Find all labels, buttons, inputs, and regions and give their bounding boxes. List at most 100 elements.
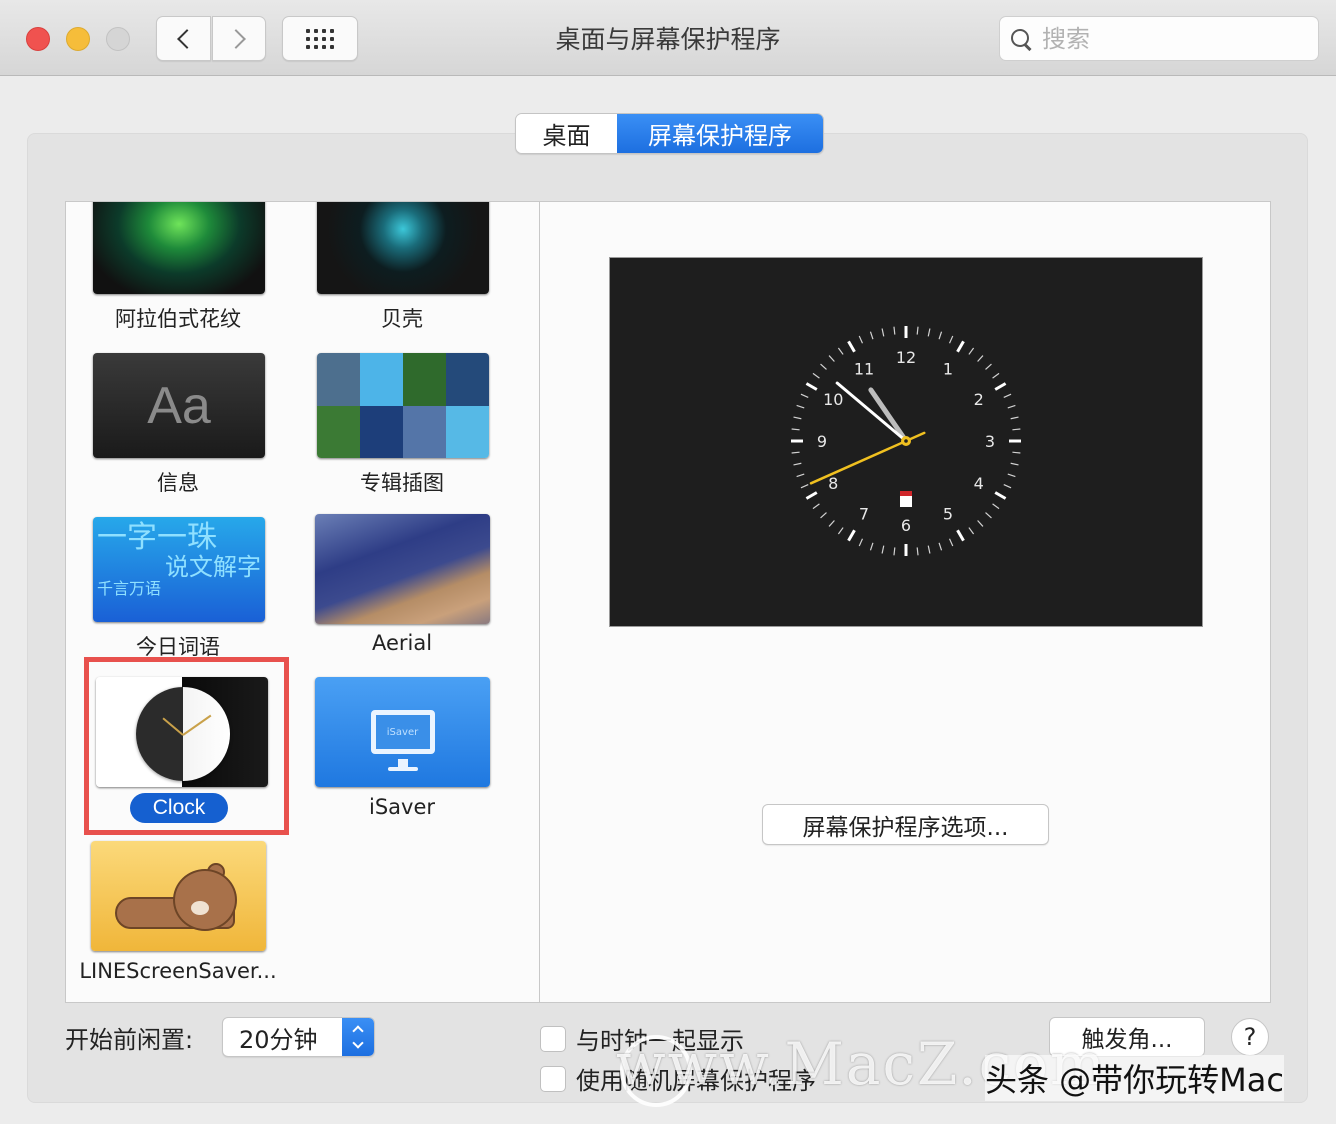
clock-tick (938, 542, 943, 551)
clock-tick (1003, 393, 1012, 399)
clock-tick (1012, 428, 1021, 431)
clock-tick (977, 520, 984, 527)
thumb-text: 说文解字 (165, 553, 261, 581)
clock-tick (791, 428, 800, 431)
tab-screen-saver[interactable]: 屏幕保护程序 (617, 114, 823, 153)
tab-desktop[interactable]: 桌面 (516, 114, 617, 153)
screensaver-thumb-album-artwork[interactable] (317, 353, 489, 458)
screensaver-list[interactable]: 阿拉伯式花纹 贝壳 Aa 信息 专辑插图 一字一珠 说文解字 千言万语 今日词语… (65, 201, 540, 1003)
idle-time-label: 开始前闲置: (65, 1026, 194, 1054)
help-button[interactable]: ? (1231, 1018, 1269, 1056)
screensaver-label: 信息 (157, 471, 199, 495)
checkbox-label: 使用随机屏幕保护程序 (576, 1067, 816, 1095)
screensaver-thumb-isaver[interactable]: iSaver (315, 677, 490, 787)
clock-number: 10 (823, 390, 843, 409)
clock-tick (869, 542, 874, 551)
clock-tick (1007, 473, 1016, 478)
clock-tick (977, 355, 984, 362)
clock-tick (968, 527, 975, 535)
clock-number: 11 (854, 359, 874, 378)
screensaver-thumb-word-of-day[interactable]: 一字一珠 说文解字 千言万语 (93, 517, 265, 622)
clock-number: 5 (943, 505, 953, 524)
screensaver-thumb-message[interactable]: Aa (93, 353, 265, 458)
clock-tick (812, 372, 820, 379)
clock-tick (1012, 451, 1021, 454)
screensaver-thumb-arabesque[interactable] (93, 202, 265, 294)
clock-tick (994, 491, 1007, 500)
clock-tick (956, 529, 965, 542)
clock-number: 8 (828, 474, 838, 493)
clock-tick (837, 527, 844, 535)
clock-tick (916, 326, 919, 335)
hot-corners-button[interactable]: 触发角... (1049, 1017, 1205, 1057)
random-screensaver-checkbox[interactable] (540, 1065, 566, 1092)
clock-tick (805, 491, 818, 500)
clock-tick (927, 545, 931, 554)
clock-tick (948, 335, 954, 344)
clock-tick (812, 503, 820, 510)
show-with-clock-checkbox[interactable] (540, 1025, 566, 1052)
calendar-icon-header (900, 491, 912, 496)
monitor-icon: iSaver (370, 710, 435, 771)
clock-tick (1010, 416, 1019, 420)
clock-number: 4 (974, 474, 984, 493)
screensaver-label: 专辑插图 (360, 471, 444, 495)
screensaver-thumb-aerial[interactable] (315, 514, 490, 624)
screensaver-label: 阿拉伯式花纹 (115, 307, 241, 331)
clock-tick (916, 547, 919, 556)
clock-tick (1003, 483, 1012, 489)
clock-number: 6 (901, 516, 911, 535)
clock-tick (847, 529, 856, 542)
screensaver-options-button[interactable]: 屏幕保护程序选项... (762, 804, 1049, 845)
clock-tick (994, 382, 1007, 391)
clock-tick (793, 416, 802, 420)
thumb-text: 一字一珠 (97, 520, 217, 555)
clock-tick (985, 363, 992, 370)
search-input[interactable] (1042, 24, 1302, 53)
clock-tick (828, 520, 835, 527)
tab-bar: 桌面 屏幕保护程序 (515, 113, 824, 154)
search-field[interactable] (999, 16, 1319, 61)
clock-number: 1 (943, 359, 953, 378)
clock-tick (796, 404, 805, 409)
clock-tick (992, 372, 1000, 379)
clock-tick (800, 393, 809, 399)
show-with-clock-option[interactable]: 与时钟一起显示 (540, 1021, 744, 1056)
screensaver-thumb-line[interactable] (91, 841, 266, 951)
idle-time-select[interactable]: 20分钟 (222, 1017, 375, 1057)
clock-tick (800, 483, 809, 489)
screensaver-label: Aerial (371, 631, 433, 655)
clock-tick (938, 331, 943, 340)
clock-tick (805, 382, 818, 391)
screensaver-label: 贝壳 (381, 307, 423, 331)
clock-face: 121234567891011 (791, 326, 1021, 556)
clock-tick (1007, 404, 1016, 409)
screensaver-label-selected: Clock (130, 793, 228, 823)
clock-tick (893, 326, 896, 335)
clock-tick (847, 340, 856, 353)
idle-time-value: 20分钟 (239, 1025, 318, 1054)
checkbox-label: 与时钟一起显示 (576, 1027, 744, 1055)
clock-number: 2 (974, 390, 984, 409)
clock-tick (858, 538, 864, 547)
clock-tick (793, 462, 802, 466)
clock-number: 9 (817, 432, 827, 451)
clock-tick (796, 473, 805, 478)
random-screensaver-option[interactable]: 使用随机屏幕保护程序 (540, 1061, 816, 1096)
clock-number: 7 (859, 505, 869, 524)
clock-tick (927, 328, 931, 337)
clock-tick (837, 347, 844, 355)
clock-tick (968, 347, 975, 355)
clock-tick (869, 331, 874, 340)
clock-tick (881, 545, 885, 554)
clock-tick (820, 363, 827, 370)
clock-tick (1010, 462, 1019, 466)
clock-tick (985, 512, 992, 519)
screensaver-preview: 12 1 2 3 4 5 6 7 8 9 10 11 (609, 257, 1203, 627)
clock-tick (893, 547, 896, 556)
screensaver-label: iSaver (368, 795, 435, 819)
clock-tick (956, 340, 965, 353)
screensaver-thumb-shell[interactable] (317, 202, 489, 294)
clock-tick (948, 538, 954, 547)
clock-tick (820, 512, 827, 519)
